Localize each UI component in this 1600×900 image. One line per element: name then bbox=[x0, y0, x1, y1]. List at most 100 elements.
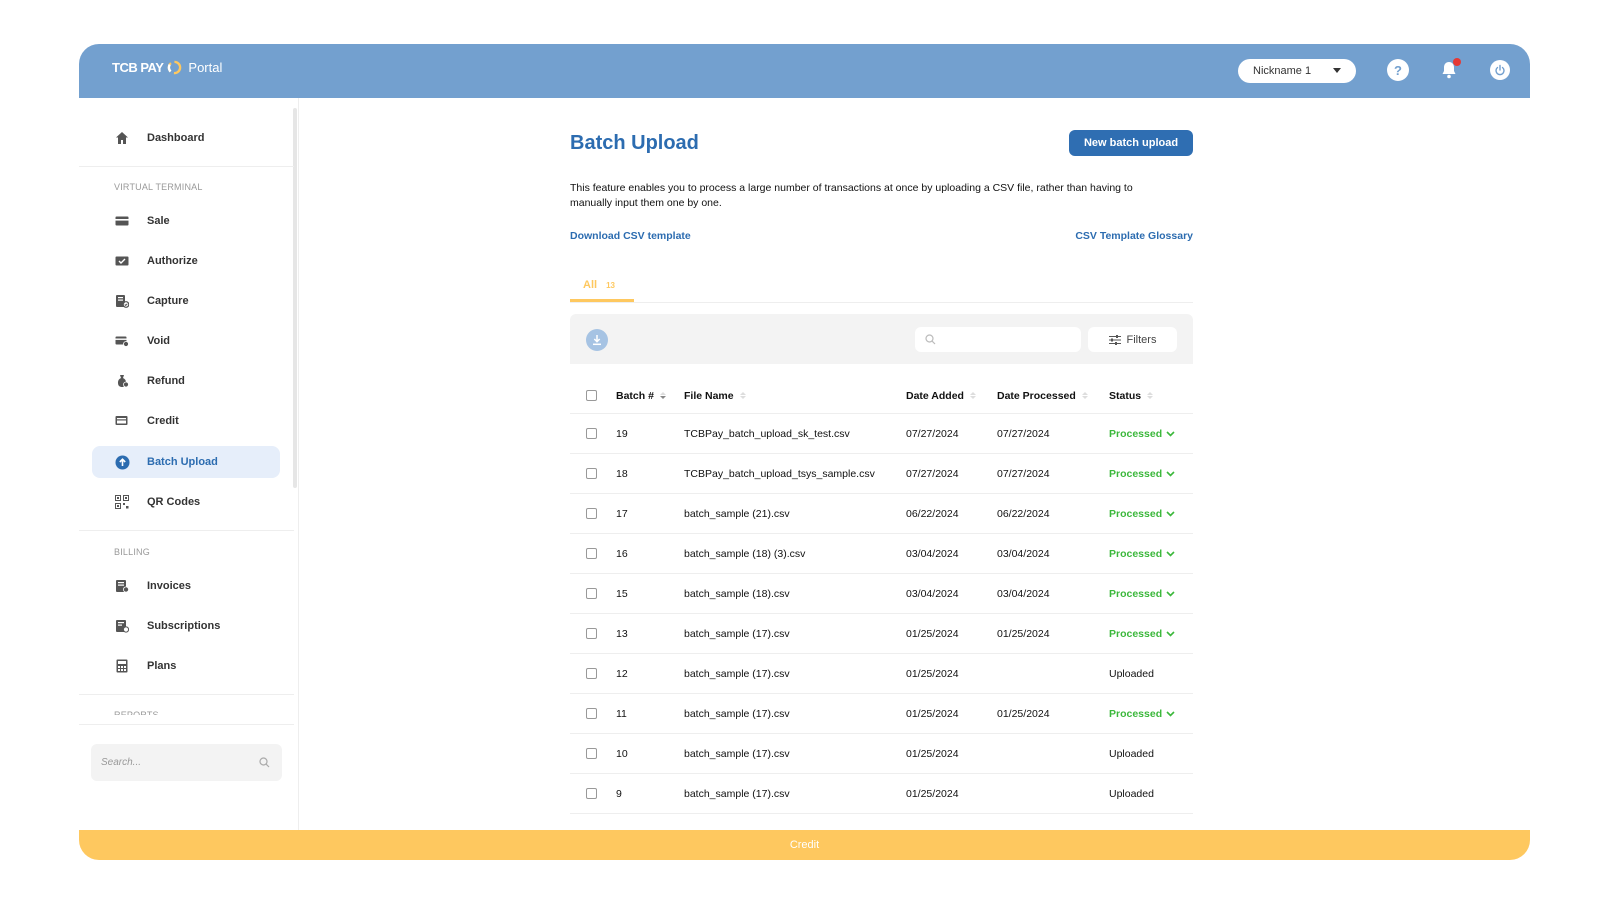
header-batch[interactable]: Batch # bbox=[616, 378, 666, 413]
row-checkbox[interactable] bbox=[586, 548, 597, 559]
sidebar-scrollbar[interactable] bbox=[293, 108, 297, 488]
row-checkbox[interactable] bbox=[586, 508, 597, 519]
status-badge[interactable]: Processed bbox=[1109, 694, 1175, 733]
row-select-cell bbox=[586, 734, 597, 773]
tab-all[interactable]: All 13 bbox=[570, 279, 634, 302]
filters-button[interactable]: Filters bbox=[1088, 327, 1177, 352]
sidebar: Dashboard VIRTUAL TERMINAL Sale Authoriz… bbox=[79, 98, 299, 831]
row-checkbox[interactable] bbox=[586, 708, 597, 719]
header-date-processed[interactable]: Date Processed bbox=[997, 378, 1088, 413]
sidebar-item-invoices[interactable]: Invoices bbox=[92, 570, 280, 602]
credit-icon bbox=[114, 413, 130, 429]
logout-button[interactable] bbox=[1488, 58, 1512, 82]
select-all-checkbox[interactable] bbox=[586, 390, 597, 401]
status-badge[interactable]: Processed bbox=[1109, 534, 1175, 573]
sort-icon bbox=[969, 392, 976, 399]
header-label: Date Processed bbox=[997, 389, 1076, 402]
sliders-icon bbox=[1108, 334, 1121, 345]
batch-number: 16 bbox=[616, 547, 628, 560]
row-select-cell bbox=[586, 654, 597, 693]
row-checkbox[interactable] bbox=[586, 788, 597, 799]
row-select-cell bbox=[586, 414, 597, 453]
row-checkbox[interactable] bbox=[586, 668, 597, 679]
header-status[interactable]: Status bbox=[1109, 378, 1154, 413]
table-row[interactable]: 18 TCBPay_batch_upload_tsys_sample.csv 07/… bbox=[570, 454, 1193, 494]
sidebar-item-void[interactable]: Void bbox=[92, 325, 280, 357]
table-search-input[interactable] bbox=[915, 327, 1081, 352]
footer-bar[interactable]: Credit bbox=[79, 830, 1530, 860]
status-badge[interactable]: Processed bbox=[1109, 574, 1175, 613]
brand-logo[interactable]: TCB PAY Portal bbox=[112, 60, 222, 75]
sidebar-item-credit[interactable]: Credit bbox=[92, 405, 280, 437]
row-checkbox[interactable] bbox=[586, 468, 597, 479]
table-row[interactable]: 15 batch_sample (18).csv 03/04/2024 03/04/2… bbox=[570, 574, 1193, 614]
table-row[interactable]: 11 batch_sample (17).csv 01/25/2024 01/25/2… bbox=[570, 694, 1193, 734]
status-badge[interactable]: Processed bbox=[1109, 494, 1175, 533]
header-date-added[interactable]: Date Added bbox=[906, 378, 976, 413]
help-button[interactable]: ? bbox=[1386, 58, 1410, 82]
table-row[interactable]: 17 batch_sample (21).csv 06/22/2024 06/22/2… bbox=[570, 494, 1193, 534]
sidebar-item-subscriptions[interactable]: Subscriptions bbox=[92, 610, 280, 642]
power-icon bbox=[1490, 60, 1510, 80]
header-label: Date Added bbox=[906, 389, 964, 402]
header-file-name[interactable]: File Name bbox=[684, 378, 746, 413]
divider bbox=[79, 694, 294, 695]
file-name: batch_sample (17).csv bbox=[684, 667, 790, 680]
sidebar-item-dashboard[interactable]: Dashboard bbox=[92, 122, 280, 154]
table-row[interactable]: 13 batch_sample (17).csv 01/25/2024 01/25/2… bbox=[570, 614, 1193, 654]
page-description: This feature enables you to process a la… bbox=[570, 182, 1133, 209]
date-processed: 01/25/2024 bbox=[997, 627, 1050, 640]
row-checkbox[interactable] bbox=[586, 748, 597, 759]
row-select-cell bbox=[586, 614, 597, 653]
sidebar-item-label: Refund bbox=[147, 375, 185, 387]
download-csv-template-link[interactable]: Download CSV template bbox=[570, 230, 691, 242]
batch-number: 17 bbox=[616, 507, 628, 520]
status-badge[interactable]: Processed bbox=[1109, 614, 1175, 653]
new-batch-upload-button[interactable]: New batch upload bbox=[1069, 130, 1193, 156]
sidebar-item-label: QR Codes bbox=[147, 496, 201, 508]
date-added: 06/22/2024 bbox=[906, 507, 959, 520]
sidebar-item-sale[interactable]: Sale bbox=[92, 205, 280, 237]
row-checkbox[interactable] bbox=[586, 628, 597, 639]
date-processed: 07/27/2024 bbox=[997, 467, 1050, 480]
status-badge[interactable]: Processed bbox=[1109, 454, 1175, 493]
sidebar-search-input[interactable]: Search... bbox=[91, 744, 282, 781]
subscription-icon bbox=[114, 618, 130, 634]
sidebar-item-label: Subscriptions bbox=[147, 620, 221, 632]
home-icon bbox=[114, 130, 130, 146]
batch-number: 12 bbox=[616, 667, 628, 680]
table-row[interactable]: 19 TCBPay_batch_upload_sk_test.csv 07/27/2… bbox=[570, 414, 1193, 454]
table-row[interactable]: 16 batch_sample (18) (3).csv 03/04/2024 03/… bbox=[570, 534, 1193, 574]
upload-icon bbox=[114, 454, 130, 470]
filters-label: Filters bbox=[1126, 333, 1157, 346]
sidebar-item-authorize[interactable]: Authorize bbox=[92, 245, 280, 277]
sidebar-item-plans[interactable]: Plans bbox=[92, 650, 280, 682]
sidebar-item-qr-codes[interactable]: QR Codes bbox=[92, 486, 280, 518]
nickname-dropdown[interactable]: Nickname 1 bbox=[1238, 59, 1356, 83]
csv-template-glossary-link[interactable]: CSV Template Glossary bbox=[1075, 230, 1193, 242]
date-added: 01/25/2024 bbox=[906, 627, 959, 640]
row-checkbox[interactable] bbox=[586, 588, 597, 599]
logo-ring-icon bbox=[168, 60, 182, 75]
notifications-button[interactable] bbox=[1437, 58, 1461, 82]
status-label: Uploaded bbox=[1109, 747, 1154, 760]
download-icon[interactable] bbox=[586, 329, 608, 351]
table-row[interactable]: 12 batch_sample (17).csv 01/25/2024 Uploade… bbox=[570, 654, 1193, 694]
tab-count-badge: 13 bbox=[606, 281, 615, 290]
file-name: batch_sample (17).csv bbox=[684, 627, 790, 640]
check-card-icon bbox=[114, 253, 130, 269]
table-row[interactable]: 9 batch_sample (17).csv 01/25/2024 Uploaded bbox=[570, 774, 1193, 814]
file-name: batch_sample (18).csv bbox=[684, 587, 790, 600]
row-select-cell bbox=[586, 534, 597, 573]
sidebar-item-refund[interactable]: Refund bbox=[92, 365, 280, 397]
file-name: batch_sample (21).csv bbox=[684, 507, 790, 520]
status-label: Processed bbox=[1109, 467, 1163, 480]
row-checkbox[interactable] bbox=[586, 428, 597, 439]
sort-icon bbox=[1081, 392, 1088, 399]
sidebar-item-batch-upload[interactable]: Batch Upload bbox=[92, 446, 280, 478]
sort-icon bbox=[659, 392, 666, 399]
sidebar-item-label: Authorize bbox=[147, 255, 198, 267]
sidebar-item-capture[interactable]: Capture bbox=[92, 285, 280, 317]
status-badge[interactable]: Processed bbox=[1109, 414, 1175, 453]
table-row[interactable]: 10 batch_sample (17).csv 01/25/2024 Uploade… bbox=[570, 734, 1193, 774]
